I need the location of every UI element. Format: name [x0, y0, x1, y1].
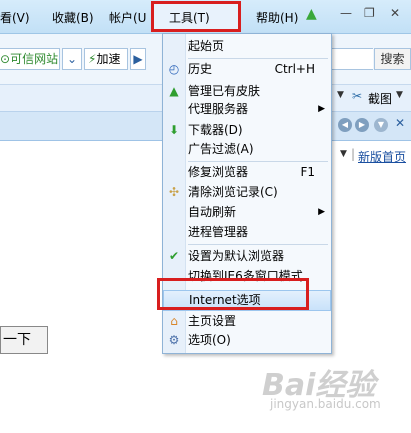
site-trust-field[interactable]: ⊙可信网站 [0, 48, 60, 70]
menu-item-clear-history[interactable]: ✣ 清除浏览记录(C) [163, 181, 331, 203]
watermark-url: jingyan.baidu.com [270, 397, 381, 411]
accelerate-label: 加速 [96, 52, 121, 66]
menu-tools[interactable]: 工具(T) [169, 9, 210, 26]
broom-icon: ✣ [168, 185, 180, 199]
menu-bar: 看(V) 收藏(B) 帐户(U 工具(T) 帮助(H) ▲ — ❐ ✕ [0, 0, 411, 34]
menu-favorites[interactable]: 收藏(B) [52, 9, 94, 26]
trusted-site-label: 可信网站 [10, 52, 59, 66]
menu-item-label: 进程管理器 [188, 225, 249, 239]
menu-item-start-page[interactable]: 起始页 [163, 35, 331, 57]
close-icon[interactable]: ✕ [390, 6, 400, 20]
submenu-arrow-icon: ▶ [318, 207, 325, 217]
chevron-down-icon: ⌄ [66, 52, 78, 66]
menu-item-ad-filter[interactable]: 广告过滤(A) [163, 138, 331, 160]
scissors-icon: ✂ [352, 89, 363, 103]
menu-item-repair-browser[interactable]: 修复浏览器 F1 [163, 161, 331, 183]
screenshot-label[interactable]: 截图 [368, 90, 392, 107]
menu-item-process-manager[interactable]: 进程管理器 [163, 221, 331, 243]
baidu-search-button[interactable]: 一下 [0, 326, 48, 354]
menu-item-label: 广告过滤(A) [188, 142, 254, 156]
chevron-down-icon[interactable]: ▼ [337, 90, 344, 100]
menu-view[interactable]: 看(V) [0, 9, 30, 26]
menu-item-proxy-server[interactable]: 代理服务器 ▶ [163, 98, 331, 120]
address-dropdown-button[interactable]: ⌄ [62, 48, 82, 70]
clock-icon: ◴ [168, 62, 180, 76]
menu-item-shortcut: Ctrl+H [274, 62, 315, 76]
menu-item-label: 自动刷新 [188, 205, 237, 219]
screenshot-dropdown-icon[interactable]: ▼ [396, 90, 403, 100]
shirt-icon: ▲ [169, 84, 179, 98]
minimize-icon[interactable]: — [340, 6, 352, 20]
home-icon: ⌂ [170, 314, 178, 328]
menu-item-set-default-browser[interactable]: ✔ 设置为默认浏览器 [163, 245, 331, 267]
trusted-site-icon: ⊙ [0, 52, 11, 66]
accelerate-button[interactable]: ⚡加速 [84, 48, 128, 70]
play-icon: ▶ [133, 52, 143, 66]
menu-item-label: 历史 [188, 62, 213, 76]
tab-list-icon[interactable]: ▼ [374, 118, 388, 132]
download-arrow-icon: ⬇ [168, 123, 180, 137]
go-button[interactable]: ▶ [130, 48, 146, 70]
menu-item-auto-refresh[interactable]: 自动刷新 ▶ [163, 201, 331, 223]
internet-options-highlight-box [157, 278, 309, 310]
search-box[interactable] [330, 48, 373, 70]
tab-scroll-right-icon[interactable]: ▶ [355, 118, 369, 132]
search-button[interactable]: 搜索 [374, 48, 411, 70]
menu-item-options[interactable]: ⚙ 选项(O) [163, 329, 331, 351]
close-tab-icon[interactable]: ✕ [395, 116, 405, 130]
menu-help[interactable]: 帮助(H) [256, 9, 298, 26]
dropdown-arrow-icon[interactable]: ▼ [340, 149, 347, 159]
checkmark-icon: ✔ [168, 249, 180, 263]
divider: | [351, 147, 356, 161]
menu-item-label: 修复浏览器 [188, 165, 249, 179]
menu-account[interactable]: 帐户(U [109, 9, 146, 26]
new-homepage-link[interactable]: 新版首页 [358, 148, 406, 165]
menu-item-shortcut: F1 [300, 165, 315, 179]
menu-item-history[interactable]: ◴ 历史 Ctrl+H [163, 58, 331, 80]
menu-item-label: 代理服务器 [188, 102, 249, 116]
skin-icon[interactable]: ▲ [306, 6, 317, 22]
menu-item-label: 选项(O) [188, 333, 231, 347]
restore-icon[interactable]: ❐ [364, 6, 375, 20]
menu-item-label: 设置为默认浏览器 [188, 249, 285, 263]
tab-scroll-left-icon[interactable]: ◀ [338, 118, 352, 132]
menu-item-label: 清除浏览记录(C) [188, 185, 278, 199]
submenu-arrow-icon: ▶ [318, 104, 325, 114]
menu-item-label: 起始页 [188, 39, 225, 53]
gear-icon: ⚙ [168, 333, 180, 347]
